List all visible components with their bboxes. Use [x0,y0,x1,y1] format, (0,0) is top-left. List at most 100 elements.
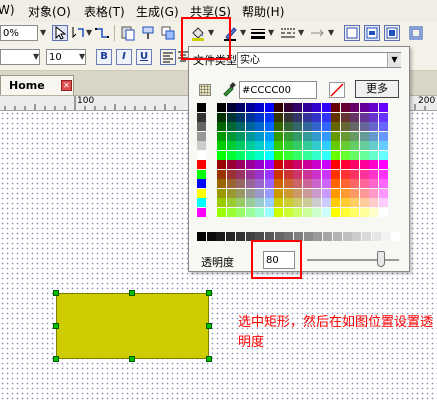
color-swatch[interactable] [283,112,293,122]
color-swatch[interactable] [369,160,378,169]
color-swatch[interactable] [302,112,312,122]
color-swatch[interactable] [217,122,226,131]
color-swatch[interactable] [350,179,359,188]
color-swatch[interactable] [359,131,369,141]
color-swatch[interactable] [217,198,226,207]
hex-color-input[interactable]: #CCCC00 [239,81,317,99]
color-swatch[interactable] [197,188,206,198]
resize-handle[interactable] [53,356,59,362]
color-swatch[interactable] [321,141,331,150]
color-swatch[interactable] [331,188,340,198]
color-swatch[interactable] [331,150,340,160]
color-swatch[interactable] [359,112,369,122]
color-swatch[interactable] [350,122,359,131]
color-swatch[interactable] [312,112,321,122]
color-swatch[interactable] [274,169,283,179]
color-swatch[interactable] [321,112,331,122]
color-swatch[interactable] [226,141,236,150]
color-swatch[interactable] [197,103,206,112]
color-swatch[interactable] [340,169,350,179]
color-swatch[interactable] [283,131,293,141]
color-swatch[interactable] [369,141,378,150]
color-swatch[interactable] [255,207,264,217]
color-swatch[interactable] [340,131,350,141]
color-swatch[interactable] [255,188,264,198]
color-swatch[interactable] [264,112,274,122]
color-swatch[interactable] [264,150,274,160]
color-swatch[interactable] [321,198,331,207]
color-swatch[interactable] [359,103,369,112]
color-swatch[interactable] [236,131,245,141]
text-align-icon[interactable] [160,49,176,65]
color-swatch[interactable] [264,179,274,188]
color-swatch[interactable] [331,141,340,150]
color-swatch[interactable] [264,160,274,169]
color-swatch[interactable] [264,198,274,207]
color-swatch[interactable] [245,160,255,169]
color-swatch[interactable] [236,141,245,150]
dash-style-icon[interactable] [280,25,296,41]
color-swatch[interactable] [331,169,340,179]
color-swatch[interactable] [359,179,369,188]
color-swatch[interactable] [359,141,369,150]
color-swatch[interactable] [255,169,264,179]
color-swatch[interactable] [340,112,350,122]
gray-swatch[interactable] [313,232,323,241]
color-swatch[interactable] [378,122,388,131]
color-swatch[interactable] [274,141,283,150]
color-swatch[interactable] [321,131,331,141]
color-swatch[interactable] [293,141,302,150]
color-swatch[interactable] [255,160,264,169]
color-swatch[interactable] [217,150,226,160]
color-swatch[interactable] [283,179,293,188]
color-swatch[interactable] [245,112,255,122]
color-swatch[interactable] [283,122,293,131]
color-swatch[interactable] [264,103,274,112]
color-swatch[interactable] [197,169,206,179]
color-swatch[interactable] [340,188,350,198]
connector-icon[interactable] [70,25,86,41]
color-swatch[interactable] [369,188,378,198]
gray-swatch[interactable] [303,232,313,241]
color-swatch[interactable] [312,141,321,150]
color-swatch[interactable] [378,141,388,150]
color-swatch[interactable] [378,150,388,160]
resize-handle[interactable] [129,356,135,362]
color-swatch[interactable] [312,198,321,207]
color-swatch[interactable] [226,160,236,169]
color-swatch[interactable] [236,188,245,198]
color-swatch[interactable] [331,179,340,188]
gray-swatch[interactable] [391,232,400,241]
color-swatch[interactable] [331,122,340,131]
color-swatch[interactable] [283,198,293,207]
more-colors-button[interactable]: 更多 [355,80,399,98]
color-swatch[interactable] [331,198,340,207]
color-swatch[interactable] [245,188,255,198]
align-left-icon[interactable] [344,25,360,41]
color-swatch[interactable] [217,160,226,169]
color-swatch[interactable] [350,150,359,160]
color-swatch[interactable] [274,150,283,160]
color-swatch[interactable] [236,103,245,112]
color-swatch[interactable] [359,160,369,169]
color-swatch[interactable] [217,131,226,141]
color-swatch[interactable] [293,198,302,207]
font-name-dropdown-icon[interactable]: ▼ [33,52,39,61]
color-swatch[interactable] [321,179,331,188]
color-swatch[interactable] [274,103,283,112]
color-swatch[interactable] [340,122,350,131]
dash-style-dropdown-icon[interactable]: ▼ [298,28,304,37]
color-swatch[interactable] [283,150,293,160]
color-swatch[interactable] [331,131,340,141]
gray-swatch[interactable] [206,232,216,241]
connector-dropdown-icon[interactable]: ▼ [86,28,92,37]
color-swatch[interactable] [321,103,331,112]
color-swatch[interactable] [197,131,206,141]
color-swatch[interactable] [302,160,312,169]
color-swatch[interactable] [274,131,283,141]
color-swatch[interactable] [236,122,245,131]
gray-swatch[interactable] [342,232,352,241]
color-swatch[interactable] [197,198,206,207]
color-swatch[interactable] [226,103,236,112]
gray-swatch[interactable] [352,232,362,241]
